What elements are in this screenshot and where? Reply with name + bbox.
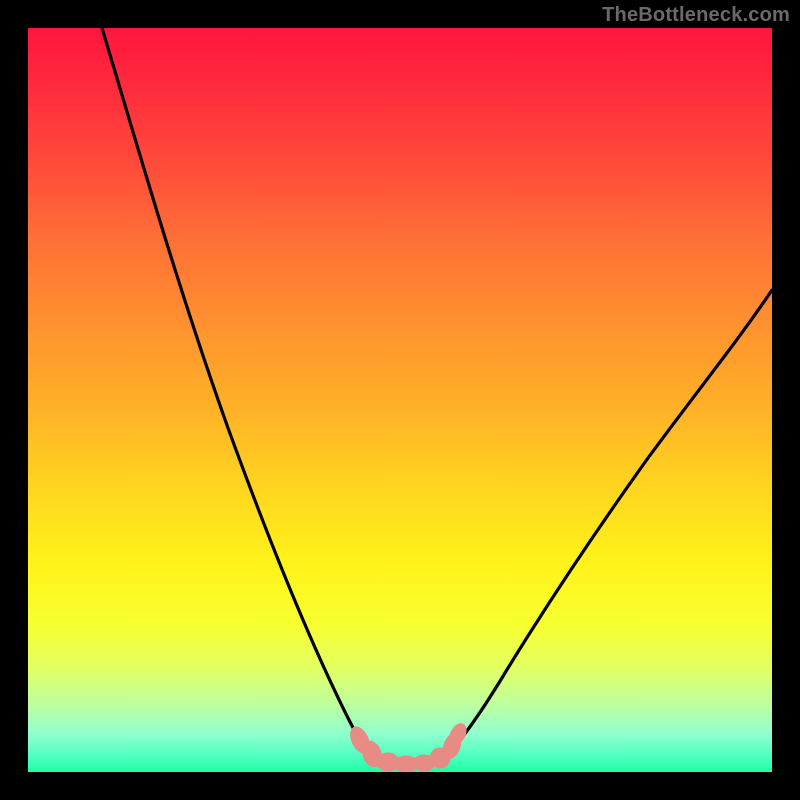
valley-markers xyxy=(347,721,470,772)
chart-frame: TheBottleneck.com xyxy=(0,0,800,800)
bottleneck-curve xyxy=(28,28,772,772)
watermark-text: TheBottleneck.com xyxy=(602,4,790,27)
curve-right-branch xyxy=(446,290,772,756)
plot-area xyxy=(28,28,772,772)
curve-left-branch xyxy=(102,28,372,756)
